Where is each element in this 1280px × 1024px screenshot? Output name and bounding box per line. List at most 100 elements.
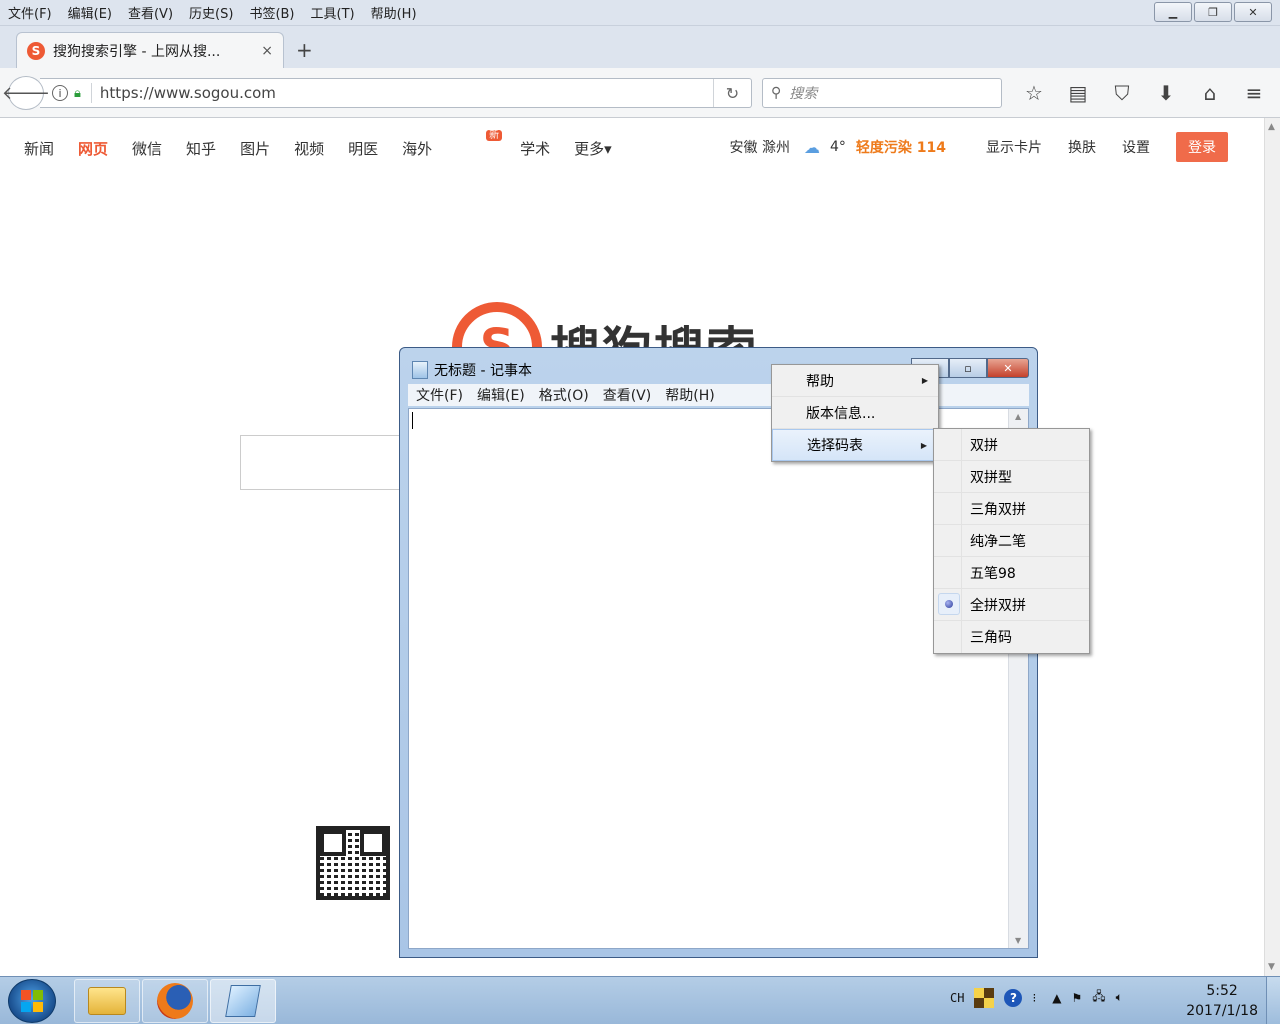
- submenu-item[interactable]: 双拼: [934, 429, 1089, 461]
- taskbar-clock[interactable]: 5:52 2017/1/18: [1186, 981, 1258, 1021]
- submenu-item[interactable]: 三角码: [934, 621, 1089, 653]
- nav-zhihu[interactable]: 知乎: [186, 138, 216, 159]
- notepad-close-button[interactable]: ✕: [987, 358, 1029, 378]
- np-menu-format[interactable]: 格式(O): [539, 385, 589, 405]
- new-badge: 新: [486, 130, 503, 141]
- new-tab-button[interactable]: +: [296, 38, 313, 62]
- url-text[interactable]: https://www.sogou.com: [100, 84, 276, 102]
- help-icon[interactable]: ?: [1004, 988, 1023, 1007]
- menu-tools[interactable]: 工具(T): [311, 3, 355, 22]
- system-tray: CH ? ⁝ ▲ ⚑ 🖧 🔈︎: [950, 987, 1123, 1008]
- submenu-item[interactable]: 双拼型: [934, 461, 1089, 493]
- restore-button[interactable]: ❐: [1194, 2, 1232, 22]
- clock-time: 5:52: [1206, 983, 1238, 999]
- menu-view[interactable]: 查看(V): [128, 3, 173, 22]
- tab-close-icon[interactable]: ×: [261, 43, 273, 59]
- menu-bookmarks[interactable]: 书签(B): [249, 3, 294, 22]
- windows-logo-icon: [21, 990, 43, 1012]
- show-desktop-button[interactable]: [1266, 977, 1280, 1024]
- search-input[interactable]: ⚲ 搜索: [762, 78, 1002, 108]
- menu-help[interactable]: 帮助(H): [371, 3, 417, 22]
- browser-menu-bar: 文件(F) 编辑(E) 查看(V) 历史(S) 书签(B) 工具(T) 帮助(H…: [0, 0, 1280, 26]
- download-icon[interactable]: ⬇: [1144, 80, 1188, 106]
- network-icon[interactable]: 🖧: [1092, 987, 1105, 1008]
- search-placeholder: 搜索: [789, 86, 818, 102]
- start-button[interactable]: [8, 979, 56, 1023]
- navigation-bar: i 🔒︎ https://www.sogou.com ↻ 🡐 ⚲ 搜索 ☆ ▤ …: [0, 68, 1280, 118]
- close-button[interactable]: ✕: [1234, 2, 1272, 22]
- nav-news[interactable]: 新闻: [24, 138, 54, 159]
- back-button[interactable]: 🡐: [2, 76, 50, 110]
- firefox-icon: [157, 983, 193, 1019]
- reload-icon[interactable]: ↻: [713, 79, 751, 107]
- ime-icon[interactable]: [974, 987, 995, 1008]
- taskbar-explorer[interactable]: [74, 979, 140, 1023]
- submenu-item[interactable]: 三角双拼: [934, 493, 1089, 525]
- submenu-arrow-icon: ▶: [920, 440, 927, 450]
- sogou-top-nav: 新闻 网页 微信 知乎 图片 视频 明医 海外 新 学术 更多▾: [24, 130, 636, 159]
- np-menu-view[interactable]: 查看(V): [603, 385, 652, 405]
- folder-icon: [88, 987, 126, 1015]
- submenu-item-label: 全拼双拼: [970, 597, 1026, 614]
- taskbar-notepad[interactable]: [210, 979, 276, 1023]
- menu-icon[interactable]: ≡: [1232, 80, 1276, 106]
- search-icon: ⚲: [771, 85, 782, 101]
- tab-title: 搜狗搜索引擎 - 上网从搜...: [53, 43, 221, 60]
- toolbar-icons: ☆ ▤ ⛉ ⬇ ⌂ ≡: [1012, 80, 1276, 106]
- nav-weixin[interactable]: 微信: [132, 138, 162, 159]
- submenu-item[interactable]: 五笔98: [934, 557, 1089, 589]
- url-bar[interactable]: i 🔒︎ https://www.sogou.com ↻: [40, 78, 752, 108]
- ctx-item-version[interactable]: 版本信息...: [772, 397, 938, 429]
- submenu-item-selected[interactable]: 全拼双拼: [934, 589, 1089, 621]
- ctx-item-help[interactable]: 帮助 ▶: [772, 365, 938, 397]
- ime-context-menu: 帮助 ▶ 版本信息... 选择码表 ▶: [771, 364, 939, 462]
- np-menu-edit[interactable]: 编辑(E): [477, 385, 525, 405]
- nav-scholar[interactable]: 学术: [520, 138, 550, 159]
- taskbar-firefox[interactable]: [142, 979, 208, 1023]
- login-button[interactable]: 登录: [1176, 132, 1228, 162]
- weather-city: 安徽 滁州: [729, 140, 790, 156]
- nav-images[interactable]: 图片: [240, 138, 270, 159]
- nav-more[interactable]: 更多▾: [574, 138, 612, 159]
- menu-edit[interactable]: 编辑(E): [68, 3, 112, 22]
- home-icon[interactable]: ⌂: [1188, 80, 1232, 106]
- np-menu-help[interactable]: 帮助(H): [665, 385, 714, 405]
- info-icon[interactable]: i: [52, 85, 68, 101]
- back-arrow-icon: 🡐: [1, 82, 51, 104]
- show-hidden-icons-icon[interactable]: ▲: [1052, 991, 1061, 1005]
- nav-mingyi[interactable]: 明医: [348, 138, 378, 159]
- volume-icon[interactable]: 🔈︎: [1116, 990, 1123, 1005]
- notepad-maximize-button[interactable]: ▫: [949, 358, 987, 378]
- pocket-icon[interactable]: ⛉: [1100, 80, 1144, 106]
- notepad-title: 无标题 - 记事本: [434, 363, 532, 379]
- show-cards-link[interactable]: 显示卡片: [986, 137, 1042, 157]
- page-scrollbar[interactable]: ▲ ▼: [1264, 118, 1280, 976]
- submenu-item[interactable]: 纯净二笔: [934, 525, 1089, 557]
- star-icon[interactable]: ☆: [1012, 80, 1056, 106]
- clock-date: 2017/1/18: [1186, 1003, 1258, 1019]
- notepad-icon: [412, 361, 428, 379]
- np-scroll-up-icon[interactable]: ▲: [1015, 412, 1021, 421]
- np-menu-file[interactable]: 文件(F): [416, 385, 463, 405]
- ctx-item-select-table[interactable]: 选择码表 ▶: [772, 429, 938, 461]
- np-scroll-down-icon[interactable]: ▼: [1015, 936, 1021, 945]
- menu-file[interactable]: 文件(F): [8, 3, 52, 22]
- language-indicator[interactable]: CH: [950, 991, 964, 1005]
- minimize-button[interactable]: ▁: [1154, 2, 1192, 22]
- nav-video[interactable]: 视频: [294, 138, 324, 159]
- action-center-icon[interactable]: ⚑: [1072, 991, 1083, 1005]
- nav-overseas-label: 海外: [402, 140, 433, 158]
- nav-overseas[interactable]: 海外 新: [402, 130, 503, 159]
- ime-options-icon[interactable]: ⁝: [1032, 991, 1036, 1005]
- skin-link[interactable]: 换肤: [1068, 137, 1096, 157]
- cloud-rain-icon: ☁: [803, 137, 820, 157]
- scroll-down-icon[interactable]: ▼: [1268, 962, 1275, 972]
- pollution-status[interactable]: 轻度污染 114: [856, 137, 946, 157]
- nav-web[interactable]: 网页: [78, 138, 108, 159]
- settings-link[interactable]: 设置: [1122, 137, 1150, 157]
- menu-history[interactable]: 历史(S): [189, 3, 233, 22]
- reader-icon[interactable]: ▤: [1056, 80, 1100, 106]
- tab-sogou[interactable]: S 搜狗搜索引擎 - 上网从搜... ×: [16, 32, 284, 68]
- browser-window-controls: ▁ ❐ ✕: [1154, 2, 1272, 22]
- scroll-up-icon[interactable]: ▲: [1268, 122, 1275, 132]
